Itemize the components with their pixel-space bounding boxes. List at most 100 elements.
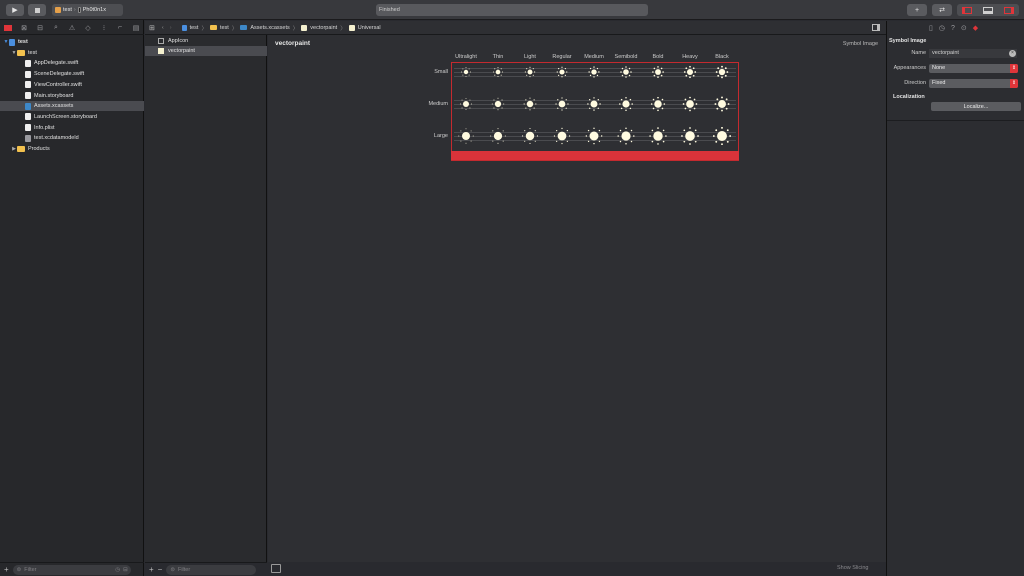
run-button[interactable]: ▶	[6, 4, 24, 16]
asset-filter-input[interactable]: ⊜ Filter	[166, 564, 257, 575]
test-icon[interactable]: ◇	[80, 21, 96, 35]
filter-placeholder: Filter	[177, 566, 191, 573]
asset-item-appicon[interactable]: AppIcon	[145, 36, 267, 46]
adjust-editor-icon[interactable]	[872, 24, 880, 31]
attributes-inspector-icon[interactable]: ◆	[973, 24, 978, 32]
search-icon[interactable]: ⌕	[48, 21, 64, 35]
navigator-selector-bar: ⊠ ⊟ ⌕ ⚠ ◇ ⁝ ⌐ ▤	[0, 21, 144, 35]
navigator-item-appdelegate-swift[interactable]: AppDelegate.swift	[0, 58, 144, 68]
symbol-icon[interactable]: ⊟	[32, 21, 48, 35]
breakpoint-icon[interactable]: ⌐	[112, 21, 128, 35]
symbol-grid-error-bar	[451, 151, 739, 160]
navigator-item-scenedelegate-swift[interactable]: SceneDelegate.swift	[0, 69, 144, 79]
source-control-icon[interactable]: ⊠	[16, 21, 32, 35]
jump-bar: ⊞ ‹ › test 〉 test 〉 Assets.xcassets 〉 vecto…	[145, 21, 886, 35]
appearances-label: Appearances	[893, 65, 926, 71]
navigator-item-test[interactable]: ▼ test	[0, 48, 144, 58]
datamodel-icon	[25, 134, 31, 142]
toggle-navigator-icon[interactable]	[962, 6, 973, 14]
toggle-debug-area-icon[interactable]	[982, 6, 993, 14]
navigator-item-products[interactable]: ▶ Products	[0, 144, 144, 154]
folder-icon[interactable]	[0, 21, 16, 35]
navigator-item-test-xcdatamodeld[interactable]: test.xcdatamodeld	[0, 133, 144, 143]
symbol-set-icon	[301, 24, 308, 31]
breadcrumb-0[interactable]: test	[190, 25, 199, 31]
navigator-filter-input[interactable]: ⊜ Filter ◷ ⊟	[12, 564, 131, 575]
navigator-item-main-storyboard[interactable]: Main.storyboard	[0, 91, 144, 101]
toggle-inspector-icon[interactable]	[1003, 6, 1014, 14]
navigator-item-launchscreen-storyboard[interactable]: LaunchScreen.storyboard	[0, 112, 144, 122]
sun-symbol-icon	[713, 127, 731, 145]
report-icon[interactable]: ▤	[128, 21, 144, 35]
sun-symbol-icon	[683, 65, 697, 79]
file-inspector-icon[interactable]: ▯	[929, 24, 933, 32]
identity-inspector-icon[interactable]: ⊙	[961, 24, 967, 32]
scm-filter-icon[interactable]: ⊟	[123, 567, 128, 573]
help-inspector-icon[interactable]: ?	[951, 25, 955, 32]
sun-symbol-icon	[553, 127, 571, 145]
back-icon[interactable]: ‹	[162, 25, 164, 31]
breadcrumb-2[interactable]: Assets.xcassets	[250, 25, 289, 31]
play-icon: ▶	[12, 7, 18, 14]
name-label: Name	[911, 50, 926, 56]
add-icon[interactable]: +	[4, 565, 9, 574]
weight-header: Ultralight	[455, 54, 477, 60]
navigator-item-test[interactable]: ▼ test	[0, 37, 144, 47]
appearances-popup[interactable]: None ⇕	[929, 63, 1018, 73]
forward-icon[interactable]: ›	[170, 25, 172, 31]
warning-icon[interactable]: ⚠	[64, 21, 80, 35]
scale-header: Small	[434, 69, 448, 75]
storyboard-icon	[25, 113, 31, 121]
localize-button[interactable]: Localize...	[931, 102, 1021, 111]
sun-symbol-icon	[714, 96, 730, 112]
breadcrumb-3[interactable]: vectorpaint	[310, 25, 337, 31]
weight-header: Thin	[492, 54, 504, 60]
breadcrumb-1[interactable]: test	[220, 25, 229, 31]
navigator-item-label: Assets.xcassets	[34, 103, 74, 110]
add-asset-icon[interactable]: +	[149, 565, 154, 574]
appearances-value: None	[932, 65, 946, 71]
sun-symbol-icon	[587, 97, 601, 111]
debug-icon[interactable]: ⁝	[96, 21, 112, 35]
navigator-item-info-plist[interactable]: Info.plist	[0, 123, 144, 133]
name-value: vectorpaint	[932, 50, 959, 56]
weight-header: Bold	[652, 54, 664, 60]
name-field[interactable]: vectorpaint ×	[929, 48, 1017, 58]
filter-icon: ⊜	[16, 566, 22, 573]
project-icon	[9, 38, 15, 46]
symbol-asset-icon	[158, 48, 164, 54]
appearances-row: Appearances None ⇕	[887, 63, 1024, 73]
remove-asset-icon[interactable]: −	[158, 565, 163, 574]
code-review-button[interactable]: ⇄	[932, 4, 952, 16]
sun-symbol-icon	[524, 66, 536, 78]
sun-symbol-icon	[490, 128, 506, 144]
plus-icon: +	[914, 6, 920, 14]
navigator-item-label: LaunchScreen.storyboard	[34, 113, 97, 120]
section-title-symbol-image: Symbol Image	[889, 38, 927, 44]
asset-item-vectorpaint[interactable]: vectorpaint	[145, 46, 267, 56]
panel-toggles	[957, 4, 1019, 16]
toggle-outline-icon[interactable]	[271, 564, 281, 573]
stop-button[interactable]	[28, 4, 46, 16]
navigator-item-viewcontroller-swift[interactable]: ViewController.swift	[0, 80, 144, 90]
library-button[interactable]: +	[907, 4, 927, 16]
navigator-item-label: Main.storyboard	[34, 92, 74, 99]
recent-files-icon[interactable]: ◷	[115, 567, 120, 573]
history-inspector-icon[interactable]: ◷	[939, 24, 945, 32]
asset-label: vectorpaint	[168, 48, 195, 54]
popup-arrows-icon: ⇕	[1010, 78, 1018, 88]
universal-icon	[348, 24, 355, 31]
filter-placeholder: Filter	[24, 566, 37, 573]
weight-header: Black	[715, 54, 729, 60]
navigator-item-assets-xcassets[interactable]: Assets.xcassets	[0, 101, 144, 112]
clear-icon[interactable]: ×	[1009, 49, 1016, 57]
scheme-selector[interactable]: test › Ph0t0n1x	[52, 4, 123, 16]
direction-popup[interactable]: Fixed ⇕	[929, 78, 1018, 88]
breadcrumb-4[interactable]: Universal	[358, 25, 381, 31]
popup-arrows-icon: ⇕	[1010, 63, 1018, 73]
sun-symbol-icon	[681, 127, 699, 145]
asset-filter-bar: + − ⊜ Filter	[145, 562, 267, 576]
related-items-icon[interactable]: ⊞	[149, 24, 155, 32]
name-row: Name vectorpaint ×	[887, 48, 1024, 58]
show-slicing-button[interactable]: Show Slicing	[837, 565, 869, 571]
